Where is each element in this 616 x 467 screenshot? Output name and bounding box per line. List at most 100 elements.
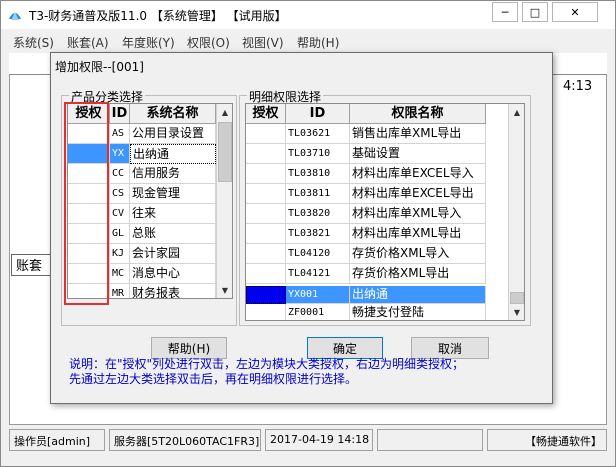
- scroll-up-arrow-icon[interactable]: ▲: [217, 104, 232, 120]
- scroll-down-arrow-icon[interactable]: ▼: [509, 304, 524, 320]
- title-bar: T3-财务通普及版11.0 【系统管理】 【试用版】 ─ □ ✕: [1, 1, 615, 29]
- category-name[interactable]: 财务报表: [130, 284, 216, 298]
- permission-name[interactable]: 基础设置: [350, 144, 486, 164]
- maximize-button[interactable]: □: [522, 2, 548, 22]
- column-header-id[interactable]: ID: [286, 104, 350, 124]
- permission-id: TL03821: [286, 224, 350, 244]
- right-grid-scrollbar[interactable]: ▲ ▼: [508, 104, 524, 320]
- menu-view[interactable]: 视图(V): [242, 34, 284, 51]
- permission-id: TL03621: [286, 124, 350, 144]
- category-name[interactable]: 总账: [130, 224, 216, 244]
- permission-name[interactable]: 出纳通: [350, 286, 486, 304]
- permission-name[interactable]: 材料出库单XML导出: [350, 224, 486, 244]
- permission-id: TL04121: [286, 264, 350, 284]
- auth-cell[interactable]: [68, 184, 110, 204]
- cancel-button[interactable]: 取消: [411, 337, 489, 359]
- menu-permission[interactable]: 权限(O): [187, 34, 230, 51]
- dialog-title-bar: 增加权限--[001]: [51, 53, 552, 75]
- permission-id: TL03811: [286, 184, 350, 204]
- auth-cell[interactable]: [246, 144, 286, 164]
- permission-name[interactable]: 材料出库单EXCEL导入: [350, 164, 486, 184]
- close-button[interactable]: ✕: [552, 2, 598, 22]
- column-header-auth[interactable]: 授权: [68, 104, 110, 124]
- auth-cell[interactable]: [68, 264, 110, 284]
- permission-name[interactable]: 材料出库单EXCEL导出: [350, 184, 486, 204]
- auth-cell[interactable]: [68, 224, 110, 244]
- category-name[interactable]: 会计家园: [130, 244, 216, 264]
- menu-system[interactable]: 系统(S): [13, 34, 54, 51]
- app-logo-icon: [9, 12, 21, 20]
- auth-cell[interactable]: [246, 204, 286, 224]
- detail-permission-grid: 授权 ID 权限名称 TL03621 销售出库单XML导出 TL03710 基础…: [245, 103, 525, 321]
- status-brand: 【畅捷通软件】: [487, 429, 607, 451]
- instruction-note: 说明：在"授权"列处进行双击，左边为模块大类授权，右边为明细类授权； 先通过左边…: [69, 357, 549, 387]
- auth-cell[interactable]: [246, 224, 286, 244]
- column-header-auth[interactable]: 授权: [246, 104, 286, 124]
- category-name[interactable]: 现金管理: [130, 184, 216, 204]
- permission-name[interactable]: 存货价格XML导出: [350, 264, 486, 284]
- status-empty: [377, 429, 483, 451]
- auth-cell[interactable]: [68, 284, 110, 298]
- permission-id: TL03820: [286, 204, 350, 224]
- menu-annual-account[interactable]: 年度账(Y): [122, 34, 175, 51]
- scroll-thumb[interactable]: [218, 122, 232, 182]
- auth-cell[interactable]: [68, 244, 110, 264]
- left-grid-scrollbar[interactable]: ▲ ▼: [216, 104, 232, 298]
- category-name[interactable]: 信用服务: [130, 164, 216, 184]
- category-name[interactable]: 往来: [130, 204, 216, 224]
- ok-button[interactable]: 确定: [307, 337, 383, 359]
- permission-name[interactable]: 材料出库单XML导入: [350, 204, 486, 224]
- menu-bar: 系统(S) 账套(A) 年度账(Y) 权限(O) 视图(V) 帮助(H): [1, 31, 615, 51]
- instruction-note-line-1: 说明：在"授权"列处进行双击，左边为模块大类授权，右边为明细类授权；: [69, 357, 465, 371]
- background-time-fragment: 4:13: [563, 79, 593, 94]
- scroll-thumb[interactable]: [510, 292, 524, 304]
- status-bar: 操作员[admin] 服务器[5T20L060TAC1FR3] 2017-04-…: [9, 429, 607, 451]
- background-account-label: 账套: [11, 254, 51, 276]
- auth-cell[interactable]: [246, 244, 286, 264]
- category-id: CV: [110, 204, 130, 224]
- status-datetime: 2017-04-19 14:18: [265, 429, 373, 451]
- menu-account-set[interactable]: 账套(A): [67, 34, 109, 51]
- column-header-permission-name[interactable]: 权限名称: [350, 104, 486, 124]
- auth-cell[interactable]: [68, 204, 110, 224]
- auth-cell[interactable]: [246, 164, 286, 184]
- permission-id: TL03710: [286, 144, 350, 164]
- menu-help[interactable]: 帮助(H): [297, 34, 339, 51]
- auth-cell-selected[interactable]: [246, 286, 286, 304]
- category-id: CC: [110, 164, 130, 184]
- category-name-focused[interactable]: 出纳通: [130, 144, 216, 164]
- category-name[interactable]: 消息中心: [130, 264, 216, 284]
- permission-name[interactable]: 畅捷支付登陆: [350, 304, 486, 320]
- minimize-button[interactable]: ─: [492, 2, 518, 22]
- status-operator: 操作员[admin]: [9, 429, 105, 451]
- category-id: GL: [110, 224, 130, 244]
- category-id: KJ: [110, 244, 130, 264]
- scroll-down-arrow-icon[interactable]: ▼: [217, 282, 232, 298]
- status-server: 服务器[5T20L060TAC1FR3]: [109, 429, 261, 451]
- auth-cell[interactable]: [246, 264, 286, 284]
- column-header-system-name[interactable]: 系统名称: [130, 104, 216, 124]
- permission-name[interactable]: 销售出库单XML导出: [350, 124, 486, 144]
- auth-cell[interactable]: [246, 304, 286, 320]
- auth-cell[interactable]: [246, 184, 286, 204]
- permission-id: YX001: [286, 286, 350, 304]
- permission-id: ZF0001: [286, 304, 350, 320]
- scroll-up-arrow-icon[interactable]: ▲: [509, 104, 524, 120]
- product-category-grid: 授权 ID 系统名称 AS 公用目录设置 YX 出纳通 CC 信用服务 CS 现…: [67, 103, 233, 299]
- category-id: YX: [110, 144, 130, 164]
- permission-name[interactable]: 存货价格XML导入: [350, 244, 486, 264]
- column-header-id[interactable]: ID: [110, 104, 130, 124]
- category-id: AS: [110, 124, 130, 144]
- category-name[interactable]: 公用目录设置: [130, 124, 216, 144]
- auth-cell[interactable]: [68, 164, 110, 184]
- window-title: T3-财务通普及版11.0 【系统管理】 【试用版】: [29, 9, 287, 23]
- category-id: MC: [110, 264, 130, 284]
- help-button[interactable]: 帮助(H): [151, 337, 227, 359]
- category-id: MR: [110, 284, 130, 298]
- auth-cell[interactable]: [246, 124, 286, 144]
- category-id: CS: [110, 184, 130, 204]
- auth-cell[interactable]: [68, 124, 110, 144]
- auth-cell-selected[interactable]: [68, 144, 110, 164]
- add-permission-dialog: 增加权限--[001] 产品分类选择 授权 ID 系统名称 AS 公用目录设置 …: [50, 52, 553, 404]
- dialog-title: 增加权限--[001]: [55, 60, 144, 74]
